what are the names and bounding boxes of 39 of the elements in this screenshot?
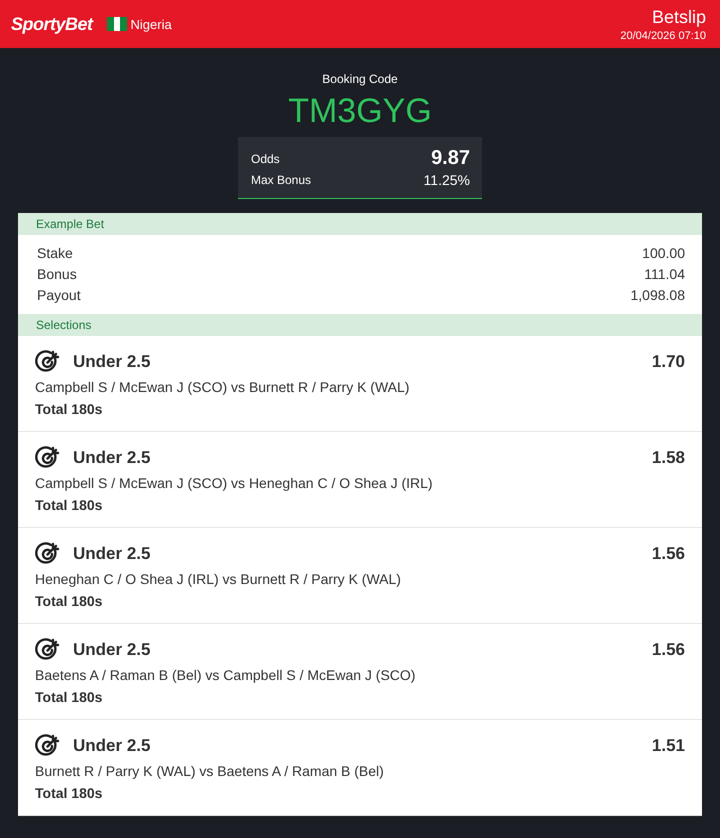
selection-pick: Under 2.5	[73, 448, 150, 468]
brand-logo: SportyBet	[11, 14, 93, 34]
selection-odds: 1.70	[652, 352, 685, 372]
selection-odds: 1.58	[652, 448, 685, 468]
market-name: Total 180s	[35, 785, 104, 801]
event-name: Burnett R / Parry K (WAL) vs Baetens A / Raman B (Bel)	[35, 763, 385, 779]
event-name: Campbell S / McEwan J (SCO) vs Heneghan C / O Shea J (IRL)	[35, 475, 434, 491]
max-bonus-label: Max Bonus	[251, 173, 312, 187]
max-bonus-value: 11.25%	[424, 172, 470, 188]
selection-odds: 1.51	[652, 736, 685, 756]
booking-code-label: Booking Code	[322, 72, 398, 86]
section-heading: Example Bet	[18, 213, 702, 235]
row-label: Stake	[37, 244, 73, 263]
market-name: Total 180s	[35, 593, 104, 609]
row-value: 100.00	[642, 244, 685, 263]
selection-odds: 1.56	[652, 544, 685, 564]
selection-pick: Under 2.5	[73, 640, 150, 660]
market-name: Total 180s	[35, 689, 104, 705]
booking-code: TM3GYG	[288, 92, 432, 131]
flag-icon	[106, 17, 127, 31]
page-title: Betslip	[652, 6, 706, 28]
odds-label: Odds	[251, 152, 280, 166]
market-name: Total 180s	[35, 401, 104, 417]
selection-pick: Under 2.5	[73, 736, 150, 756]
selection-pick: Under 2.5	[73, 544, 150, 564]
country-label: Nigeria	[130, 16, 172, 32]
row-value: 111.04	[644, 265, 685, 284]
row-label: Bonus	[37, 265, 77, 284]
odds-value: 9.87	[431, 147, 470, 170]
selection-pick: Under 2.5	[73, 352, 150, 372]
market-name: Total 180s	[35, 497, 104, 513]
date-time: 20/04/2026 07:10	[620, 30, 706, 42]
selection-odds: 1.56	[652, 640, 685, 660]
event-name: Heneghan C / O Shea J (IRL) vs Burnett R / Parry K (WAL)	[35, 571, 402, 587]
event-name: Baetens A / Raman B (Bel) vs Campbell S / McEwan J (SCO)	[35, 667, 416, 683]
section-heading: Selections	[18, 314, 702, 336]
event-name: Campbell S / McEwan J (SCO) vs Burnett R / Parry K (WAL)	[35, 379, 410, 395]
row-label: Payout	[37, 286, 81, 305]
row-value: 1,098.08	[630, 286, 685, 305]
